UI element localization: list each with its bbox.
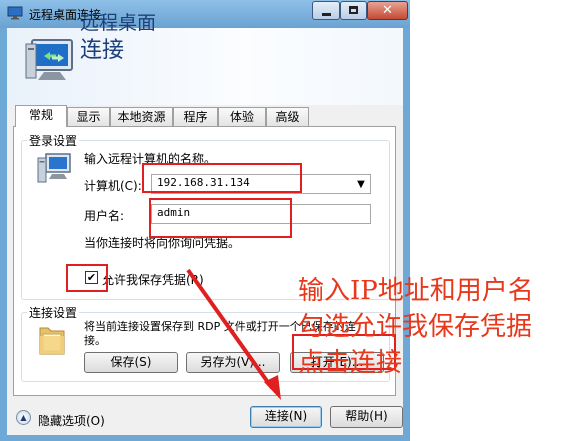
login-settings-legend: 登录设置 [27,132,80,149]
minimize-button[interactable] [312,1,340,20]
collapse-options-icon[interactable]: ▲ [16,410,31,425]
maximize-icon [349,6,358,14]
username-label: 用户名: [84,209,125,223]
computer-icon [37,153,71,183]
header-title-line2: 连接 [80,38,125,63]
minimize-icon [322,13,331,16]
tab-experience[interactable]: 体验 [218,107,266,126]
rdp-file-icon [39,327,65,355]
help-button[interactable]: 帮助(H) [330,406,403,428]
computer-label: 计算机(C): [84,179,142,193]
remote-desktop-app-icon [7,6,23,20]
connect-button[interactable]: 连接(N) [250,406,322,428]
annotation-line1: 输入IP地址和用户名 [298,276,534,306]
tab-advanced[interactable]: 高级 [266,107,309,126]
annotation-box-computer [142,163,302,193]
tab-display[interactable]: 显示 [67,107,110,126]
annotation-box-username [149,198,292,238]
save-credentials-label[interactable]: 允许我保存凭据(R) [102,271,204,288]
annotation-line3: 点击连接 [298,348,403,378]
maximize-button[interactable] [340,1,367,20]
remote-computer-icon [25,39,73,80]
save-button[interactable]: 保存(S) [84,352,178,373]
connection-settings-legend: 连接设置 [27,304,80,321]
chevron-down-icon[interactable]: ▼ [352,176,370,194]
header-title-line1: 远程桌面 [80,12,157,34]
close-button[interactable]: ✕ [367,1,408,20]
tab-general[interactable]: 常规 [15,105,67,127]
close-icon: ✕ [382,3,393,18]
save-as-button[interactable]: 另存为(V)... [186,352,280,373]
annotation-line2: 勾选允许我保存凭据 [298,312,533,342]
tab-local-resources[interactable]: 本地资源 [110,107,173,126]
hide-options-link[interactable]: 隐藏选项(O) [38,412,105,429]
annotation-box-checkbox [66,264,108,292]
tab-programs[interactable]: 程序 [173,107,218,126]
